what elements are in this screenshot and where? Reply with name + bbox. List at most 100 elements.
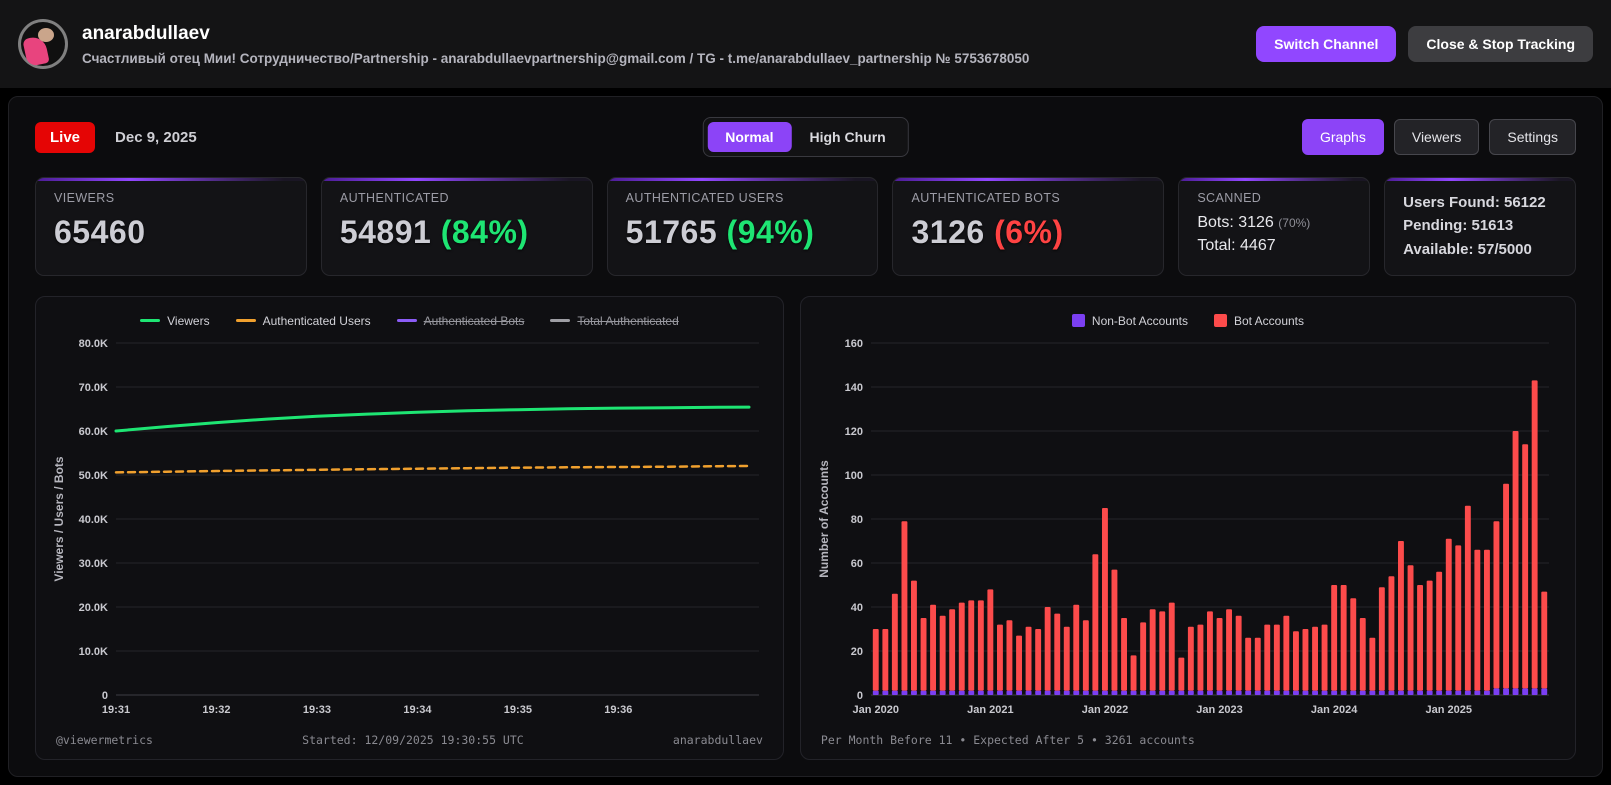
stat-card-scanned: SCANNED Bots: 3126 (70%) Total: 4467 [1178,177,1370,276]
svg-text:60: 60 [851,558,863,570]
stat-value: 54891 (84%) [340,214,574,251]
legend-label: Authenticated Users [263,314,371,328]
available-line: Available: 57/5000 [1403,238,1557,261]
legend-label: Total Authenticated [577,314,678,328]
legend-label: Authenticated Bots [424,314,525,328]
pending-line: Pending: 51613 [1403,214,1557,237]
channel-name-footer: anarabdullaev [673,733,763,747]
charts-row: Viewers Authenticated Users Authenticated … [35,296,1576,760]
users-found-line: Users Found: 56122 [1403,191,1557,214]
legend-item-authenticated-users[interactable]: Authenticated Users [236,314,371,328]
svg-text:160: 160 [845,338,863,350]
stat-label: AUTHENTICATED USERS [626,191,860,205]
stat-value: 51765 (94%) [626,214,860,251]
svg-text:20.0K: 20.0K [79,602,108,614]
view-tabs: Graphs Viewers Settings [1302,119,1576,155]
stat-label: AUTHENTICATED BOTS [911,191,1145,205]
tab-graphs[interactable]: Graphs [1302,119,1384,155]
tab-viewers[interactable]: Viewers [1394,119,1480,155]
viewers-line-chart: 010.0K20.0K30.0K40.0K50.0K60.0K70.0K80.0… [50,335,769,725]
svg-text:19:35: 19:35 [504,704,532,716]
channel-description: Счастливый отец Мии! Сотрудничество/Part… [82,51,1029,66]
watermark: @viewermetrics [56,733,153,747]
controls-row: Live Dec 9, 2025 Normal High Churn Graph… [35,119,1576,155]
legend-item-viewers[interactable]: Viewers [140,314,209,328]
churn-mode-toggle: Normal High Churn [702,117,908,157]
stat-value: 65460 [54,214,288,251]
stat-card-capacity: Users Found: 56122 Pending: 51613 Availa… [1384,177,1576,276]
line-chart-legend: Viewers Authenticated Users Authenticated … [50,311,769,331]
stat-percent: (94%) [727,214,815,250]
scanned-total-line: Total: 4467 [1197,237,1351,255]
stat-percent: (84%) [441,214,529,250]
svg-text:Jan 2025: Jan 2025 [1425,704,1471,716]
legend-label: Non-Bot Accounts [1092,314,1188,328]
accounts-bar-chart-panel: Non-Bot AccountsBot Accounts 02040608010… [800,296,1576,760]
stat-card-viewers: VIEWERS 65460 [35,177,307,276]
scanned-bots-line: Bots: 3126 (70%) [1197,214,1351,232]
stat-label: VIEWERS [54,191,288,205]
date-label: Dec 9, 2025 [115,129,197,146]
svg-text:19:31: 19:31 [102,704,130,716]
channel-identity: anarabdullaev Счастливый отец Мии! Сотру… [82,23,1029,66]
svg-text:0: 0 [857,690,863,702]
switch-channel-button[interactable]: Switch Channel [1256,26,1396,62]
legend-swatch [236,319,256,322]
live-badge: Live [35,122,95,153]
svg-text:30.0K: 30.0K [79,558,108,570]
svg-text:100: 100 [845,470,863,482]
mode-high-churn-button[interactable]: High Churn [792,122,904,152]
bar-chart-footer: Per Month Before 11 • Expected After 5 •… [815,725,1561,751]
stat-label: SCANNED [1197,191,1351,205]
stats-row: VIEWERS 65460 AUTHENTICATED 54891 (84%) … [35,177,1576,276]
legend-item-bot-accounts[interactable]: Bot Accounts [1214,314,1304,328]
viewers-line-chart-panel: Viewers Authenticated Users Authenticated … [35,296,784,760]
svg-text:19:34: 19:34 [403,704,432,716]
stat-label: AUTHENTICATED [340,191,574,205]
legend-label: Viewers [167,314,209,328]
topbar-actions: Switch Channel Close & Stop Tracking [1256,26,1593,62]
svg-text:19:36: 19:36 [604,704,632,716]
stat-value: 3126 (6%) [911,214,1145,251]
svg-text:Jan 2022: Jan 2022 [1082,704,1128,716]
line-chart-footer: @viewermetrics Started: 12/09/2025 19:30… [50,725,769,751]
mode-normal-button[interactable]: Normal [707,122,791,152]
page-title: anarabdullaev [82,23,1029,45]
tab-settings[interactable]: Settings [1489,119,1576,155]
bar-chart-legend: Non-Bot Accounts Bot Accounts [815,311,1561,331]
svg-text:80.0K: 80.0K [79,338,108,350]
legend-item-authenticated-bots[interactable]: Authenticated Bots [397,314,525,328]
stat-card-authenticated-users: AUTHENTICATED USERS 51765 (94%) [607,177,879,276]
svg-text:20: 20 [851,646,863,658]
accounts-bar-chart: 020406080100120140160Number of AccountsJ… [815,335,1561,725]
legend-swatch [397,319,417,322]
svg-text:Jan 2024: Jan 2024 [1311,704,1358,716]
main-panel: Live Dec 9, 2025 Normal High Churn Graph… [8,96,1603,777]
svg-text:70.0K: 70.0K [79,382,108,394]
started-timestamp: Started: 12/09/2025 19:30:55 UTC [302,733,524,747]
svg-text:19:32: 19:32 [202,704,230,716]
svg-text:140: 140 [845,382,863,394]
legend-item-non-bot-accounts[interactable]: Non-Bot Accounts [1072,314,1188,328]
svg-text:10.0K: 10.0K [79,646,108,658]
svg-text:Jan 2020: Jan 2020 [852,704,898,716]
close-stop-tracking-button[interactable]: Close & Stop Tracking [1408,26,1593,62]
legend-swatch [1214,314,1227,327]
svg-text:Number of Accounts: Number of Accounts [817,460,831,578]
svg-text:19:33: 19:33 [303,704,331,716]
svg-text:Jan 2021: Jan 2021 [967,704,1013,716]
svg-text:Jan 2023: Jan 2023 [1196,704,1242,716]
legend-item-total-authenticated[interactable]: Total Authenticated [550,314,678,328]
top-bar: anarabdullaev Счастливый отец Мии! Сотру… [0,0,1611,88]
stat-percent: (6%) [994,214,1064,250]
bar-chart-footer-text: Per Month Before 11 • Expected After 5 •… [821,733,1195,747]
svg-text:40.0K: 40.0K [79,514,108,526]
stat-card-authenticated-bots: AUTHENTICATED BOTS 3126 (6%) [892,177,1164,276]
svg-text:50.0K: 50.0K [79,470,108,482]
svg-text:80: 80 [851,514,863,526]
legend-label: Bot Accounts [1234,314,1304,328]
svg-text:60.0K: 60.0K [79,426,108,438]
channel-avatar[interactable] [18,19,68,69]
legend-swatch [550,319,570,322]
stat-card-authenticated: AUTHENTICATED 54891 (84%) [321,177,593,276]
